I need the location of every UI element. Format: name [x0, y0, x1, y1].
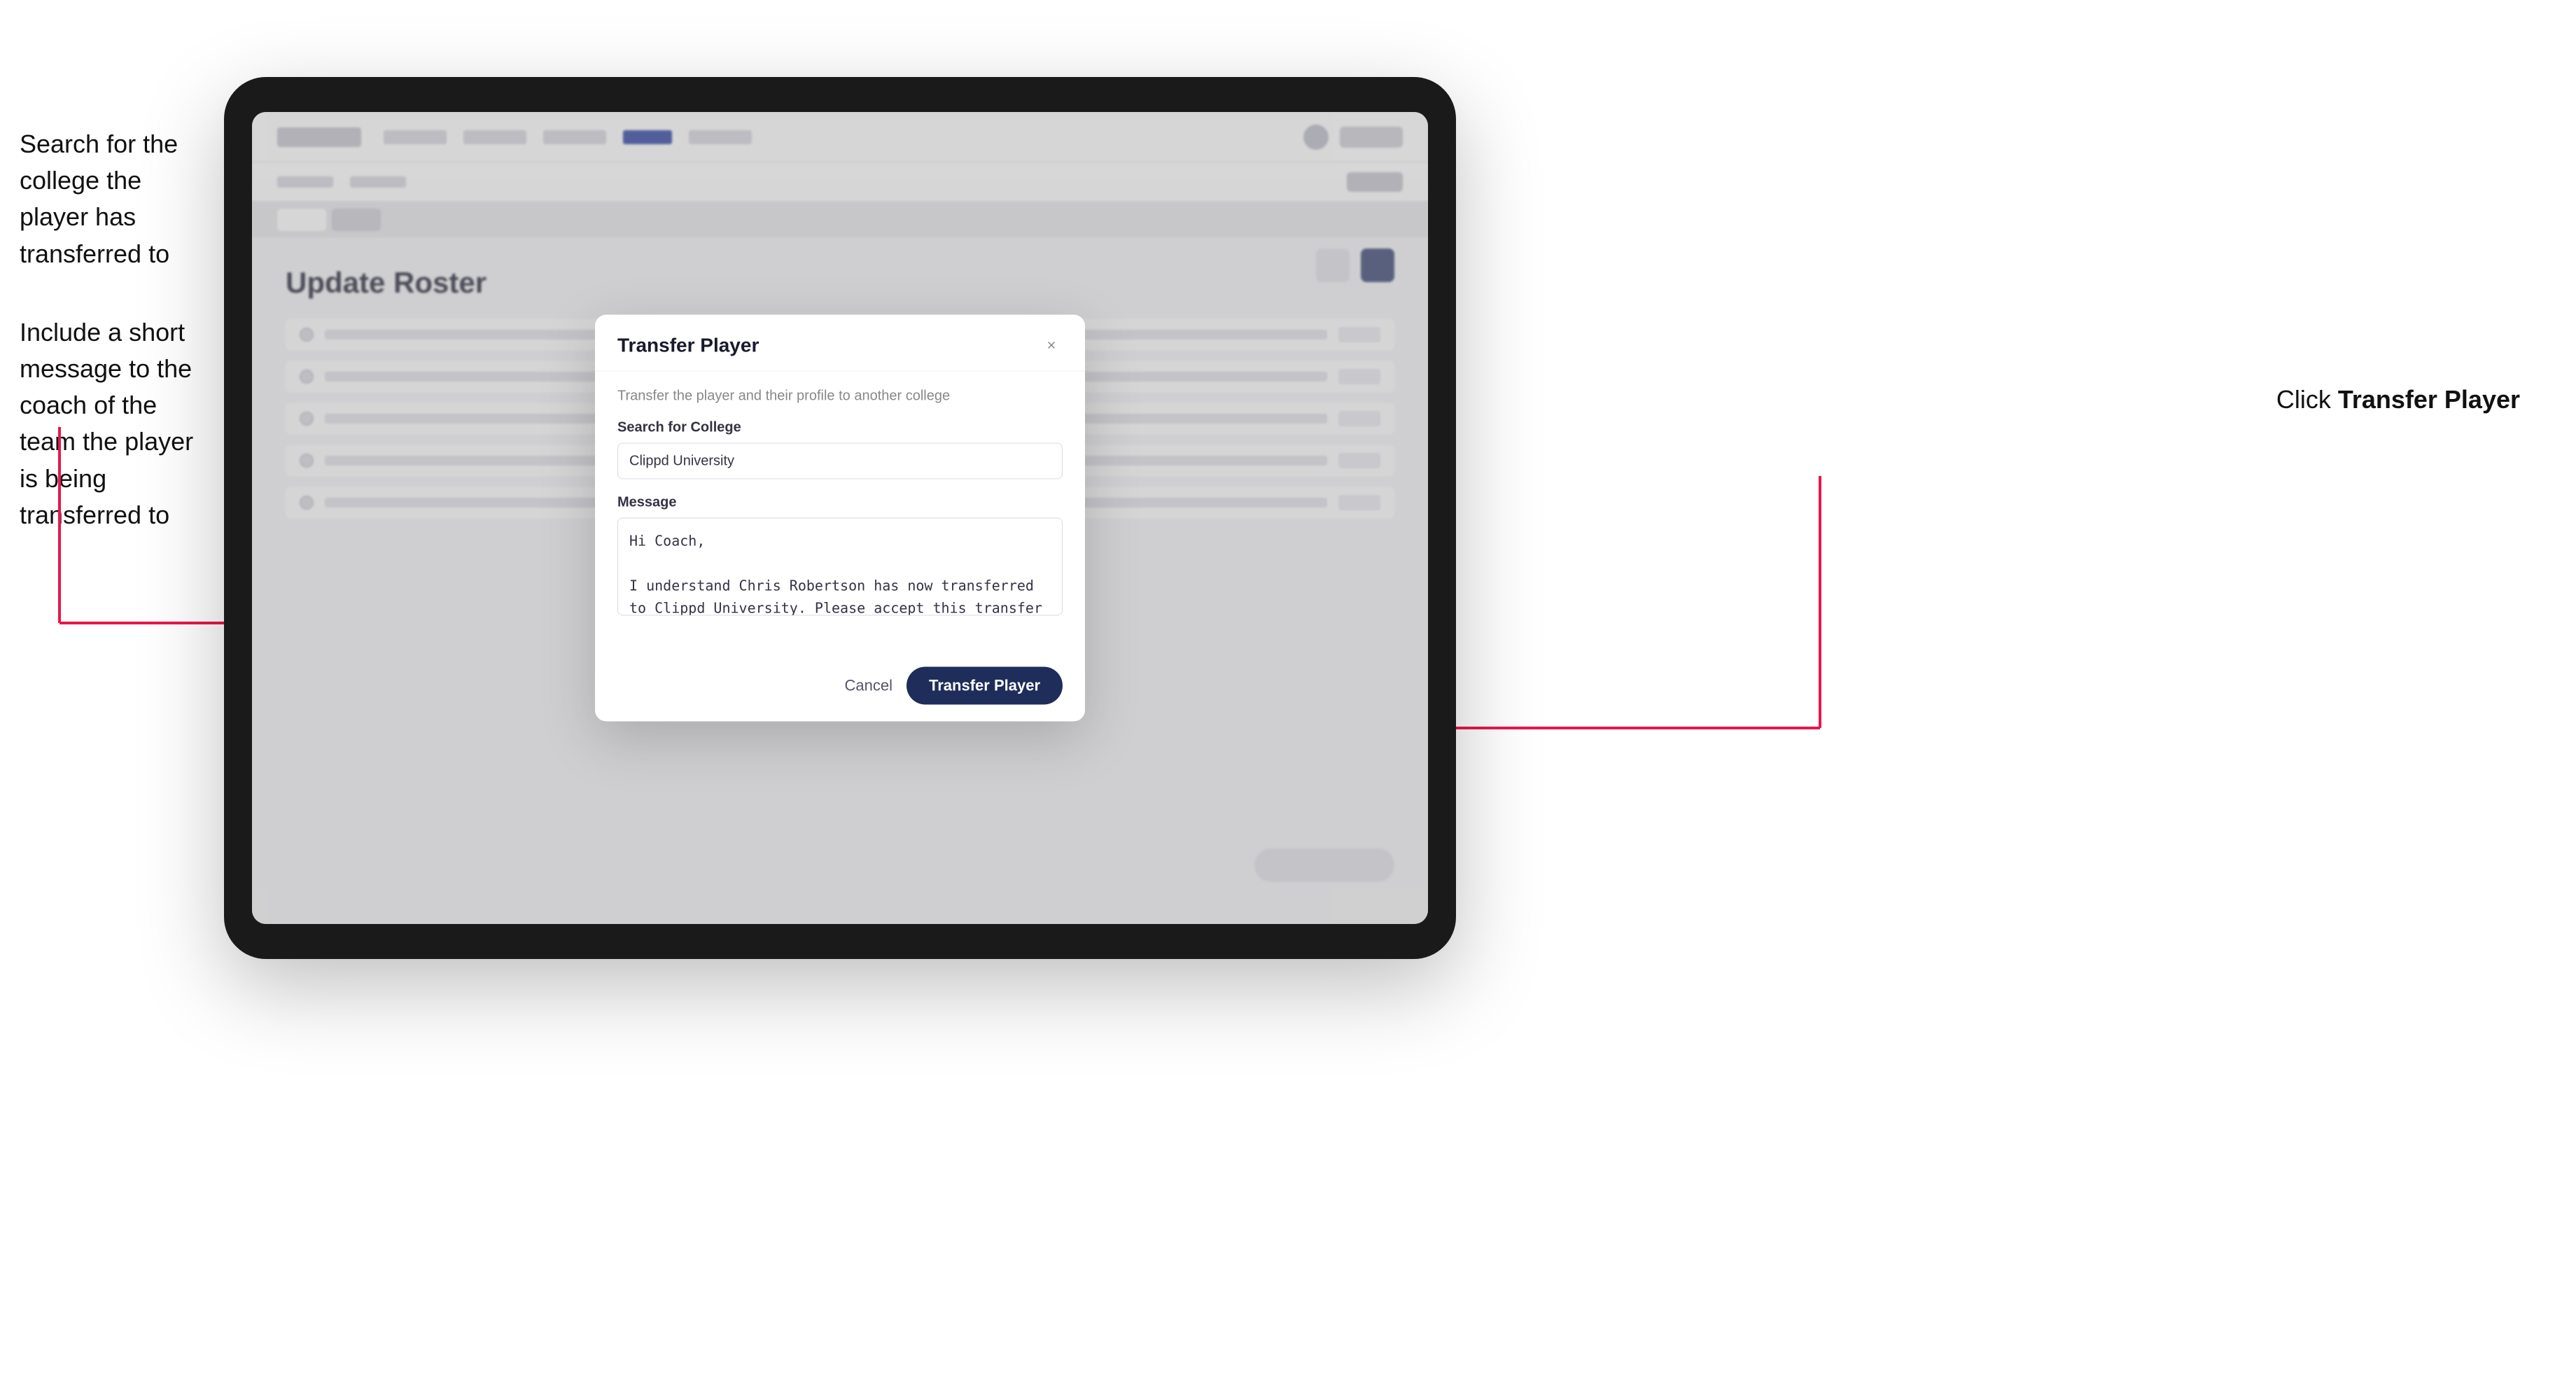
annotation-message-text: Include a short message to the coach of … — [20, 314, 216, 533]
modal-title: Transfer Player — [617, 335, 759, 357]
annotation-search-text: Search for the college the player has tr… — [20, 126, 216, 272]
modal-footer: Cancel Transfer Player — [595, 656, 1085, 722]
modal-body: Transfer the player and their profile to… — [595, 372, 1085, 656]
annotation-right: Click Transfer Player — [2276, 385, 2520, 414]
search-college-label: Search for College — [617, 420, 1063, 436]
modal-header: Transfer Player × — [595, 315, 1085, 372]
modal-close-button[interactable]: × — [1040, 335, 1063, 357]
transfer-player-button[interactable]: Transfer Player — [906, 667, 1063, 705]
tablet-screen: Update Roster — [252, 112, 1428, 924]
cancel-button[interactable]: Cancel — [845, 677, 892, 695]
annotation-left: Search for the college the player has tr… — [20, 126, 216, 533]
message-label: Message — [617, 495, 1063, 511]
modal-overlay: Transfer Player × Transfer the player an… — [252, 112, 1428, 924]
modal-subtitle: Transfer the player and their profile to… — [617, 388, 1063, 405]
tablet-device: Update Roster — [224, 77, 1456, 959]
transfer-player-modal[interactable]: Transfer Player × Transfer the player an… — [595, 315, 1085, 722]
message-textarea[interactable]: Hi Coach, I understand Chris Robertson h… — [617, 518, 1063, 616]
search-college-input[interactable] — [617, 443, 1063, 479]
